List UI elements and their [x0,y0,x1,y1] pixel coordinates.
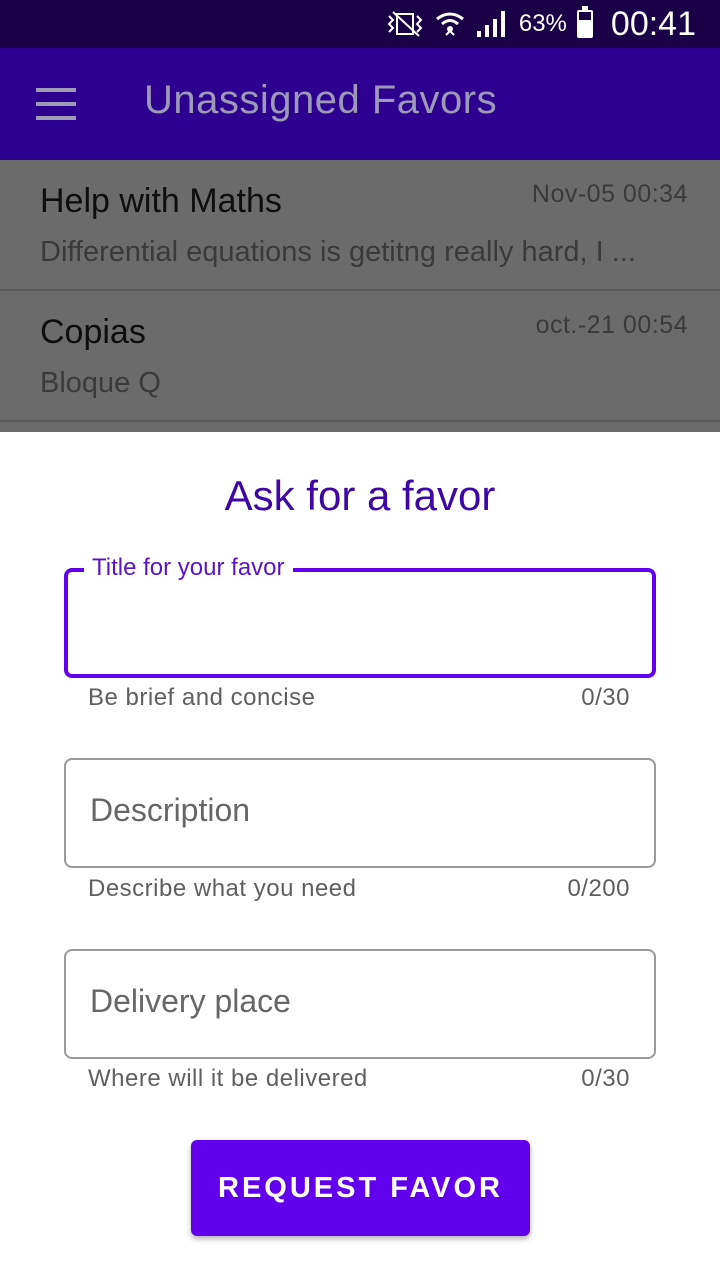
wifi-icon [435,12,464,36]
delivery-char-counter: 0/30 [581,1065,630,1092]
list-item[interactable]: Help with Maths Differential equations i… [0,160,720,291]
description-placeholder: Description [90,792,251,828]
status-icons: 63% 00:41 [385,0,696,48]
clock: 00:41 [610,4,696,43]
list-item[interactable]: Copias Bloque Q oct.-21 00:54 [0,291,720,422]
request-favor-button[interactable]: REQUEST FAVOR [191,1140,530,1236]
favor-date: Nov-05 00:34 [531,180,688,208]
favor-date: oct.-21 00:54 [535,311,688,339]
ask-favor-sheet: Ask for a favor Title for your favor Be … [0,432,720,1280]
page-title: Unassigned Favors [144,78,498,122]
sheet-title: Ask for a favor [224,472,496,519]
title-char-counter: 0/30 [581,684,630,711]
description-field[interactable]: Description [64,758,656,868]
favor-description: Differential equations is getitng really… [40,236,636,268]
delivery-place-field[interactable]: Delivery place [64,949,656,1059]
status-bar: 63% 00:41 [0,0,720,48]
vibrate-icon [387,11,423,37]
favor-title: Help with Maths [40,182,282,220]
delivery-place-placeholder: Delivery place [90,983,291,1019]
battery-icon [576,6,593,38]
description-char-counter: 0/200 [567,875,630,902]
description-helper-text: Describe what you need [88,875,357,902]
title-field[interactable]: Title for your favor [64,554,656,678]
favor-description: Bloque Q [40,367,161,399]
title-field-label: Title for your favor [84,554,293,582]
signal-icon [476,11,505,37]
hamburger-menu-icon[interactable] [36,88,76,120]
title-helper-text: Be brief and concise [88,684,316,711]
app-bar: Unassigned Favors [0,48,720,160]
favor-title: Copias [40,313,146,351]
favor-list: Help with Maths Differential equations i… [0,160,720,432]
delivery-helper-text: Where will it be delivered [88,1065,368,1092]
battery-percentage: 63% [518,10,567,37]
